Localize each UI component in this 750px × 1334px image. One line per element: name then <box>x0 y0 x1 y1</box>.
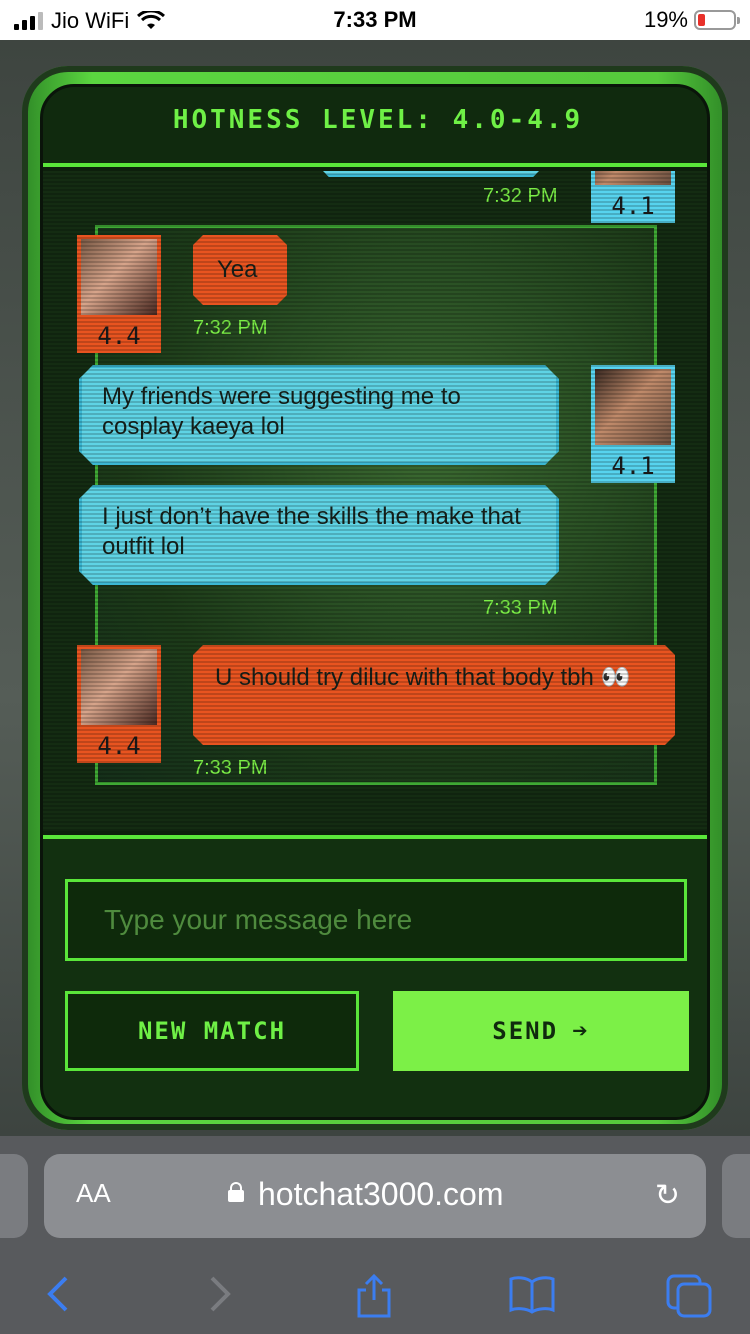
avatar-image <box>591 171 675 189</box>
status-right: 19% <box>643 7 740 33</box>
text-size-button[interactable]: AA <box>76 1178 111 1209</box>
message-bubble: My friends were suggesting me to cosplay… <box>79 365 559 465</box>
book-icon[interactable] <box>508 1274 556 1321</box>
avatar-match[interactable]: 4.4 <box>77 645 161 763</box>
chat-area[interactable]: 7:32 PM 4.1 4.4 Yea 7:32 PM My friends w… <box>43 171 707 831</box>
browser-bar: AA hotchat3000.com ↻ <box>0 1136 750 1334</box>
avatar-image <box>77 235 161 319</box>
avatar-me[interactable]: 4.1 <box>591 365 675 483</box>
message-time: 7:32 PM <box>193 317 268 339</box>
new-match-button[interactable]: NEW MATCH <box>65 991 359 1071</box>
message-time: 7:33 PM <box>483 597 558 619</box>
lock-icon <box>228 1182 244 1202</box>
chevron-left-icon[interactable] <box>44 1274 72 1321</box>
avatar-score: 4.1 <box>591 449 675 483</box>
next-tab-preview[interactable] <box>722 1154 750 1238</box>
app-screen: HOTNESS LEVEL: 4.0-4.9 7:32 PM 4.1 4.4 Y… <box>40 84 710 1120</box>
status-bar: Jio WiFi 7:33 PM 19% <box>0 0 750 40</box>
address-bar[interactable]: AA hotchat3000.com ↻ <box>44 1154 706 1238</box>
message-bubble-partial <box>315 171 547 177</box>
previous-tab-preview[interactable] <box>0 1154 28 1238</box>
message-time: 7:33 PM <box>193 757 268 779</box>
reload-icon[interactable]: ↻ <box>655 1178 680 1213</box>
browser-toolbar <box>0 1266 750 1334</box>
avatar-score: 4.1 <box>591 189 675 223</box>
message-bubble: I just don’t have the skills the make th… <box>79 485 559 585</box>
title-bar: HOTNESS LEVEL: 4.0-4.9 <box>43 87 707 167</box>
message-input[interactable] <box>65 879 687 961</box>
tabs-icon[interactable] <box>666 1274 714 1325</box>
avatar-image <box>77 645 161 729</box>
avatar-score: 4.4 <box>77 319 161 353</box>
new-match-label: NEW MATCH <box>137 1017 287 1045</box>
avatar-match[interactable]: 4.4 <box>77 235 161 353</box>
battery-icon <box>694 10 740 30</box>
avatar-score: 4.4 <box>77 729 161 763</box>
arrow-right-icon: ➔ <box>572 1016 590 1046</box>
composer: NEW MATCH SEND ➔ <box>43 835 707 1117</box>
url-domain: hotchat3000.com <box>258 1176 504 1212</box>
avatar-image <box>591 365 675 449</box>
message-bubble: U should try diluc with that body tbh 👀 <box>193 645 675 745</box>
share-icon[interactable] <box>354 1273 394 1325</box>
avatar-me[interactable]: 4.1 <box>591 171 675 251</box>
battery-percent: 19% <box>643 7 688 32</box>
message-bubble: Yea <box>193 235 287 305</box>
message-time: 7:32 PM <box>483 185 558 207</box>
chevron-right-icon <box>206 1274 234 1321</box>
status-time: 7:33 PM <box>333 7 417 32</box>
send-button[interactable]: SEND ➔ <box>393 991 689 1071</box>
page-title: HOTNESS LEVEL: 4.0-4.9 <box>172 105 584 135</box>
send-label: SEND <box>492 1017 559 1045</box>
